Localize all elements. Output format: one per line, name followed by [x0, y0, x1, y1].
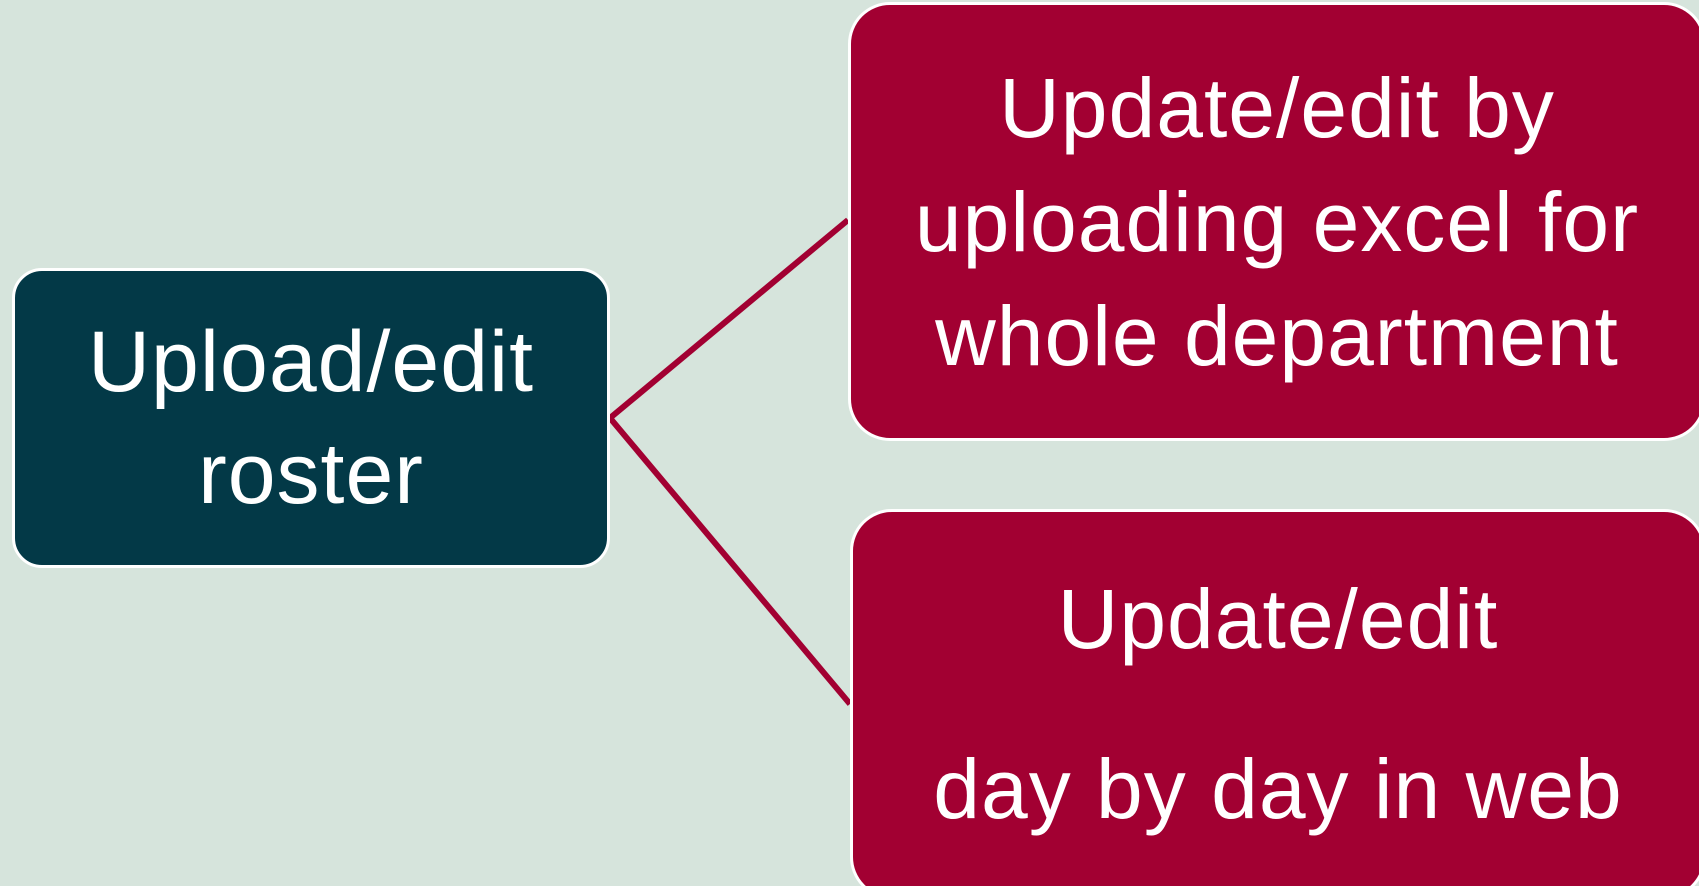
root-node-line-2: roster — [198, 426, 424, 522]
root-node-text: Upload/edit roster — [88, 306, 534, 530]
connector-root-to-top — [608, 217, 850, 421]
child-node-web-edit: Update/edit day by day in web — [850, 509, 1699, 886]
root-node: Upload/edit roster — [12, 268, 610, 568]
root-node-line-1: Upload/edit — [87, 314, 535, 410]
child-node-upload-excel-line-1: Update/edit by — [999, 60, 1555, 155]
child-node-web-edit-line-2: day by day in web — [933, 742, 1623, 836]
child-node-upload-excel-line-3: whole department — [935, 288, 1619, 383]
connector-root-to-bottom — [607, 416, 853, 706]
child-node-upload-excel: Update/edit by uploading excel for whole… — [848, 2, 1699, 441]
child-node-web-edit-line-1: Update/edit — [1057, 572, 1499, 666]
diagram-canvas: Upload/edit roster Update/edit by upload… — [0, 0, 1699, 886]
child-node-upload-excel-text: Update/edit by uploading excel for whole… — [915, 51, 1639, 393]
child-node-web-edit-text: Update/edit day by day in web — [933, 534, 1622, 874]
child-node-upload-excel-line-2: uploading excel for — [914, 174, 1640, 269]
